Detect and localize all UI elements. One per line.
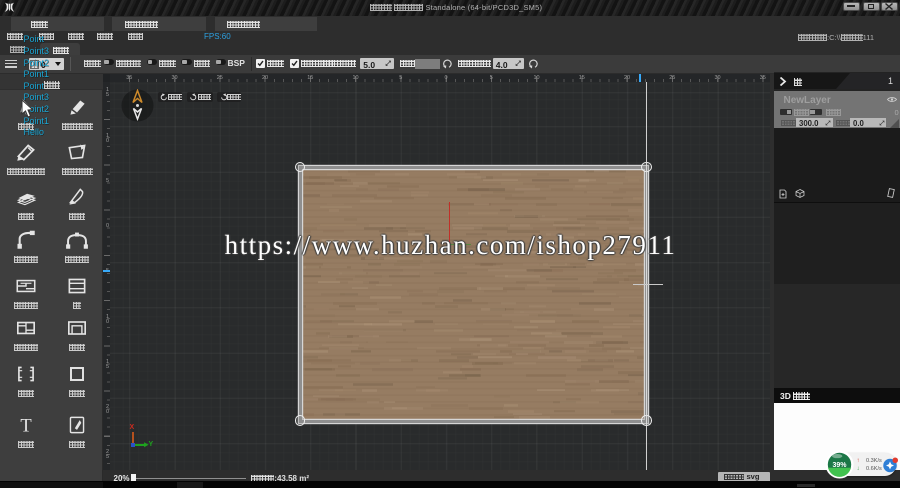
svg-text:T: T: [20, 416, 32, 437]
svg-text:39%: 39%: [832, 462, 847, 469]
